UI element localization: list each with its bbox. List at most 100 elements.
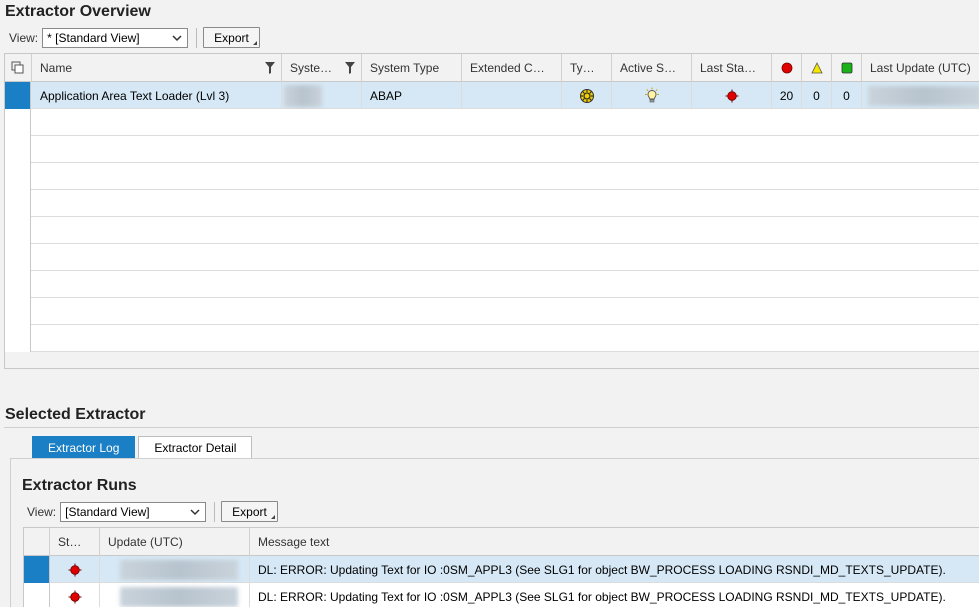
column-last-update[interactable]: Last Update (UTC)	[862, 54, 979, 82]
empty-row	[5, 190, 979, 217]
column-errors[interactable]	[772, 54, 802, 82]
column-type-label: Ty…	[570, 61, 595, 75]
row-active-status	[612, 82, 692, 109]
table-row[interactable]: DL: ERROR: Updating Text for IO :0SM_APP…	[24, 583, 979, 607]
empty-row	[5, 271, 979, 298]
column-warnings[interactable]	[802, 54, 832, 82]
selected-extractor-title: Selected Extractor	[5, 406, 146, 423]
empty-row	[5, 136, 979, 163]
empty-row	[5, 109, 979, 136]
extractor-runs-title: Extractor Runs	[22, 477, 137, 494]
run-update-time	[100, 583, 250, 607]
extractor-table: Name Syste… System Type Extended C… Ty… …	[4, 53, 979, 369]
column-status[interactable]: St…	[50, 528, 100, 556]
runs-table: St… Update (UTC) Message text DL: ERROR:…	[23, 527, 979, 607]
row-selector[interactable]	[5, 271, 31, 298]
row-ok-count: 0	[832, 82, 862, 109]
column-system[interactable]: Syste…	[282, 54, 362, 82]
column-update-utc[interactable]: Update (UTC)	[100, 528, 250, 556]
yellow-triangle-icon	[810, 62, 823, 74]
runs-view-select[interactable]: [Standard View]	[60, 501, 207, 522]
column-system-type-label: System Type	[370, 61, 440, 75]
runs-view-select-value: [Standard View]	[65, 504, 150, 519]
column-last-update-label: Last Update (UTC)	[870, 61, 971, 75]
extractor-type-icon	[579, 88, 594, 103]
toolbar-separator	[214, 501, 216, 522]
empty-row	[5, 325, 979, 352]
row-selector[interactable]	[5, 325, 31, 352]
column-message-text[interactable]: Message text	[250, 528, 979, 556]
row-selector[interactable]	[5, 163, 31, 190]
column-name-label: Name	[40, 61, 73, 75]
table-footer	[5, 352, 979, 368]
table-row[interactable]: Application Area Text Loader (Lvl 3) ABA…	[5, 82, 979, 109]
lightbulb-icon	[644, 87, 659, 102]
row-selector[interactable]	[5, 217, 31, 244]
red-light-icon	[781, 62, 792, 74]
tab-extractor-detail[interactable]: Extractor Detail	[138, 436, 253, 458]
extractor-log-panel: Extractor Runs View: [Standard View] Exp…	[10, 458, 979, 607]
runs-view-label: View:	[27, 504, 57, 519]
row-selector[interactable]	[24, 556, 50, 583]
red-light-icon	[68, 563, 81, 576]
column-system-type[interactable]: System Type	[362, 54, 462, 82]
view-label: View:	[9, 30, 39, 45]
row-selector[interactable]	[5, 244, 31, 271]
run-status	[50, 556, 100, 583]
column-system-label: Syste…	[290, 61, 333, 75]
selected-tabs: Extractor Log Extractor Detail	[32, 436, 255, 458]
chevron-down-icon	[172, 34, 182, 41]
column-type[interactable]: Ty…	[562, 54, 612, 82]
export-button-label: Export	[214, 30, 249, 45]
column-message-text-label: Message text	[258, 535, 330, 549]
column-active-status-label: Active S…	[620, 61, 677, 75]
filter-icon[interactable]	[345, 62, 355, 74]
section-divider	[4, 427, 979, 428]
runs-select-column	[24, 528, 50, 556]
column-extended[interactable]: Extended C…	[462, 54, 562, 82]
export-button[interactable]: Export	[203, 27, 260, 48]
run-message: DL: ERROR: Updating Text for IO :0SM_APP…	[258, 562, 946, 577]
menu-corner-icon	[252, 41, 257, 45]
row-selector[interactable]	[5, 190, 31, 217]
row-last-update	[862, 82, 979, 109]
view-select-value: * [Standard View]	[47, 30, 140, 45]
runs-export-button-label: Export	[232, 504, 267, 519]
column-last-status[interactable]: Last Sta…	[692, 54, 772, 82]
row-system-type: ABAP	[362, 82, 462, 109]
overview-title: Extractor Overview	[5, 3, 151, 20]
column-active-status[interactable]: Active S…	[612, 54, 692, 82]
filter-icon[interactable]	[265, 62, 275, 74]
empty-row	[5, 298, 979, 325]
select-all-icon[interactable]	[5, 54, 32, 82]
red-light-icon	[725, 89, 738, 102]
run-update-time	[100, 556, 250, 583]
column-name[interactable]: Name	[32, 54, 282, 82]
tab-extractor-log[interactable]: Extractor Log	[32, 436, 136, 458]
empty-row	[5, 217, 979, 244]
column-last-status-label: Last Sta…	[700, 61, 757, 75]
table-row[interactable]: DL: ERROR: Updating Text for IO :0SM_APP…	[24, 556, 979, 583]
row-error-count: 20	[772, 82, 802, 109]
row-type	[562, 82, 612, 109]
column-update-utc-label: Update (UTC)	[108, 535, 183, 549]
row-warning-count: 0	[802, 82, 832, 109]
runs-export-button[interactable]: Export	[221, 501, 278, 522]
extractor-table-header: Name Syste… System Type Extended C… Ty… …	[5, 54, 979, 82]
menu-corner-icon	[270, 515, 275, 519]
red-light-icon	[68, 590, 81, 603]
overview-toolbar: View: * [Standard View] Export	[9, 27, 260, 48]
row-selector[interactable]	[5, 109, 31, 136]
empty-row	[5, 244, 979, 271]
column-ok[interactable]	[832, 54, 862, 82]
column-extended-label: Extended C…	[470, 61, 545, 75]
row-selector[interactable]	[24, 583, 50, 607]
toolbar-separator	[196, 27, 198, 48]
run-status	[50, 583, 100, 607]
row-selector[interactable]	[5, 136, 31, 163]
row-extended	[462, 82, 562, 109]
row-selector[interactable]	[5, 82, 31, 109]
row-selector[interactable]	[5, 298, 31, 325]
column-status-label: St…	[58, 535, 82, 549]
view-select[interactable]: * [Standard View]	[42, 27, 189, 48]
